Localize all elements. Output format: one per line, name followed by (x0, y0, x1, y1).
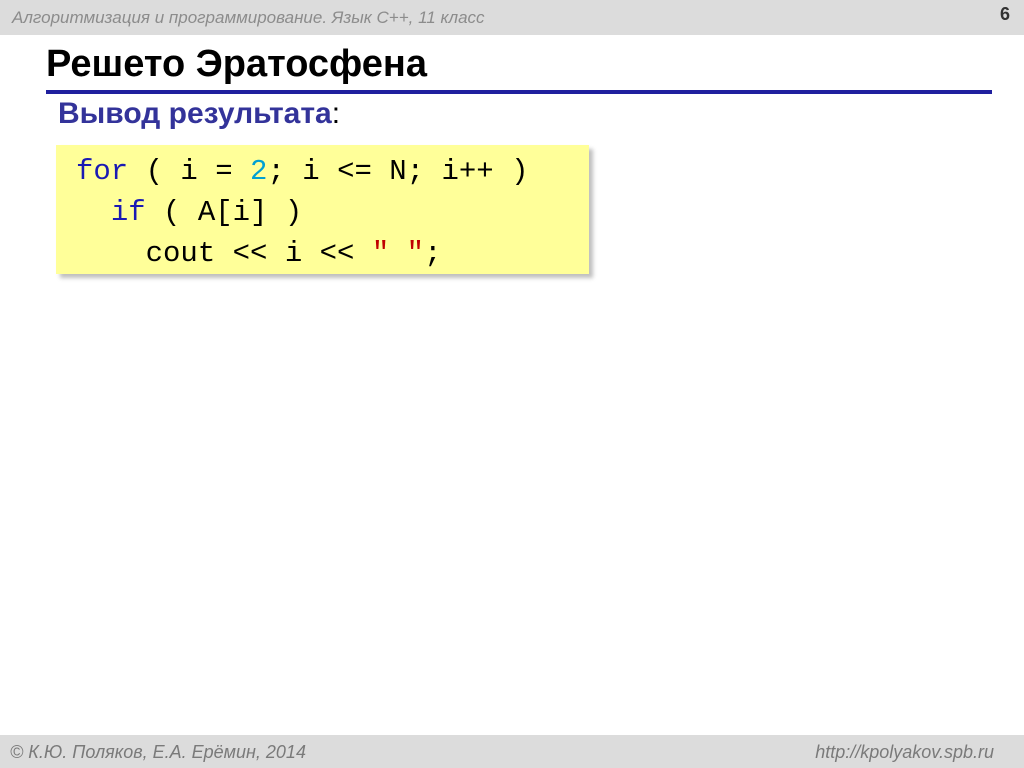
code-line-if: if ( A[i] ) (76, 195, 302, 231)
code-string: " " (371, 237, 425, 270)
footer-url[interactable]: http://kpolyakov.spb.ru (815, 742, 994, 763)
header-bar: Алгоритмизация и программирование. Язык … (0, 0, 1024, 35)
code-text: ; i <= N; i++ ) (267, 155, 529, 188)
slide-title: Решето Эратосфена (46, 43, 428, 85)
title-underline (46, 90, 992, 94)
footer-bar: © К.Ю. Поляков, Е.А. Ерёмин, 2014 http:/… (0, 735, 1024, 768)
code-text: ( A[i] ) (145, 196, 303, 229)
code-text: ; (424, 237, 442, 270)
code-line-for: for ( i = 2; i <= N; i++ ) (76, 154, 529, 190)
code-operator: = (215, 155, 233, 188)
subtitle-colon: : (331, 97, 341, 130)
slide-subtitle: Вывод результата: (58, 97, 340, 131)
code-block: for ( i = 2; i <= N; i++ ) if ( A[i] ) c… (56, 145, 589, 274)
code-keyword-for: for (76, 155, 129, 188)
footer-authors: © К.Ю. Поляков, Е.А. Ерёмин, 2014 (10, 742, 306, 762)
code-text: cout << i << (145, 237, 372, 270)
code-line-cout: cout << i << " "; (76, 236, 442, 272)
page-number: 6 (999, 4, 1010, 24)
code-number: 2 (250, 155, 268, 188)
subtitle-text: Вывод результата (58, 97, 332, 130)
code-keyword-if: if (110, 196, 146, 229)
code-text: ( i (128, 155, 216, 188)
course-title: Алгоритмизация и программирование. Язык … (12, 8, 485, 27)
